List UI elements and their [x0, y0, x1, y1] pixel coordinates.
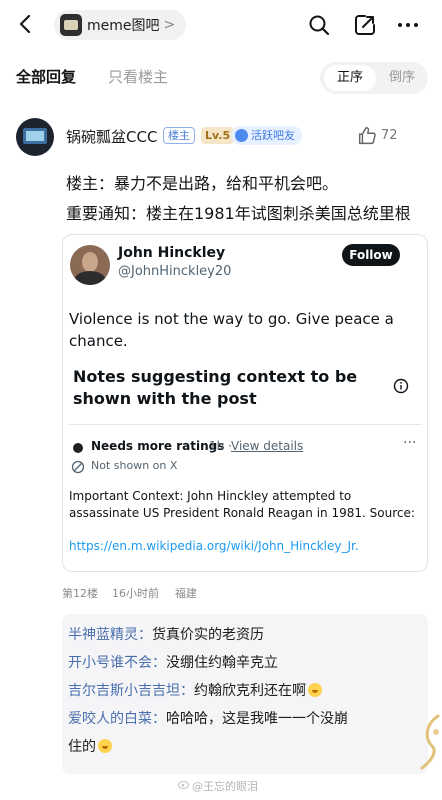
sort-toggle: 正序 倒序: [320, 62, 428, 94]
diamond-icon: [235, 129, 248, 142]
reply-user[interactable]: 半神蓝精灵：: [68, 627, 152, 643]
tweet-avatar: [70, 245, 110, 285]
back-arrow-icon[interactable]: [14, 12, 38, 36]
reply-text: 住的: [68, 739, 96, 755]
reply-user[interactable]: 爱咬人的白菜：: [68, 711, 166, 727]
reply-text: 哈哈哈，这是我唯一一个没崩: [166, 711, 348, 727]
needs-ratings-label: Needs more ratings: [91, 439, 225, 453]
tweet-author-name: John Hinckley: [118, 245, 226, 261]
floor-number: 第12楼: [62, 587, 98, 600]
tweet-author-handle: @JohnHinckley20: [118, 264, 232, 279]
reply-user[interactable]: 开小号谁不会：: [68, 655, 166, 671]
op-badge: 楼主: [163, 127, 195, 144]
reply-user[interactable]: 吉尔吉斯小吉吉坦：: [68, 683, 194, 699]
watermark: @王忘的眼泪: [192, 780, 258, 793]
reply-text: 货真价实的老资历: [152, 627, 264, 643]
list-item-continuation: 住的: [68, 734, 112, 760]
active-member-badge: 活跃吧友: [231, 126, 302, 145]
like-count: 72: [381, 128, 398, 143]
community-note-title: Notes suggesting context to be shown wit…: [73, 367, 358, 408]
source-link: https://en.m.wikipedia.org/wiki/John_Hin…: [69, 539, 359, 553]
divider: [69, 424, 421, 425]
sub-replies[interactable]: 半神蓝精灵：货真价实的老资历 开小号谁不会：没绷住约翰辛克立 吉尔吉斯小吉吉坦：…: [62, 614, 428, 774]
reply-text: 没绷住约翰辛克立: [166, 655, 278, 671]
info-icon: [393, 378, 409, 394]
embedded-tweet-image[interactable]: John Hinckley @JohnHinckley20 Follow Vio…: [62, 234, 428, 572]
avatar[interactable]: [16, 118, 54, 156]
chevron-right-icon: >: [163, 17, 176, 33]
top-bar: meme图吧 >: [0, 0, 442, 50]
not-shown-label: Not shown on X: [91, 459, 178, 472]
view-details-link: View details: [231, 439, 304, 453]
search-icon[interactable]: [307, 13, 331, 37]
level-badge: Lv.5: [201, 127, 235, 144]
reply-text: 约翰欣克利还在啊: [194, 683, 306, 699]
thumbs-up-icon[interactable]: [356, 125, 378, 147]
list-item[interactable]: 半神蓝精灵：货真价实的老资历: [68, 622, 264, 648]
weibo-logo-icon: [178, 781, 189, 789]
laughing-emoji-icon: [308, 683, 322, 697]
note-more-icon: ···: [403, 435, 417, 451]
list-item[interactable]: 吉尔吉斯小吉吉坦：约翰欣克利还在啊: [68, 678, 322, 704]
more-icon[interactable]: [396, 13, 420, 37]
post-text-line: 楼主：暴力不是出路，给和平机会吧。: [66, 174, 339, 193]
tab-only-op[interactable]: 只看楼主: [108, 66, 168, 87]
forum-avatar: [60, 14, 82, 36]
post-text-line: 重要通知：楼主在1981年试图刺杀美国总统里根: [66, 204, 411, 223]
active-badge-label: 活跃吧友: [251, 129, 295, 142]
sort-desc-button[interactable]: 倒序: [378, 65, 426, 91]
forum-name: meme图吧: [87, 18, 160, 34]
reply-tabs: 全部回复 只看楼主 正序 倒序: [0, 58, 442, 98]
forum-pill[interactable]: meme图吧 >: [54, 10, 186, 40]
status-dot-icon: [73, 443, 83, 453]
list-item[interactable]: 开小号谁不会：没绷住约翰辛克立: [68, 650, 278, 676]
laughing-emoji-icon: [98, 739, 112, 753]
decoration-icon: [420, 714, 440, 770]
sort-asc-button[interactable]: 正序: [324, 65, 376, 91]
tab-all-replies[interactable]: 全部回复: [16, 66, 76, 87]
list-item[interactable]: 爱咬人的白菜：哈哈哈，这是我唯一一个没崩: [68, 706, 348, 732]
follow-button: Follow: [342, 244, 400, 266]
note-time: 1h ·: [209, 439, 232, 453]
username[interactable]: 锅碗瓢盆CCC: [66, 126, 157, 147]
tweet-text: Violence is not the way to go. Give peac…: [69, 310, 394, 350]
note-context-text: Important Context: John Hinckley attempt…: [69, 489, 415, 520]
post-location: 福建: [175, 587, 197, 600]
share-icon[interactable]: [353, 13, 377, 37]
hidden-eye-icon: [71, 460, 85, 474]
post-time: 16小时前: [112, 587, 159, 600]
